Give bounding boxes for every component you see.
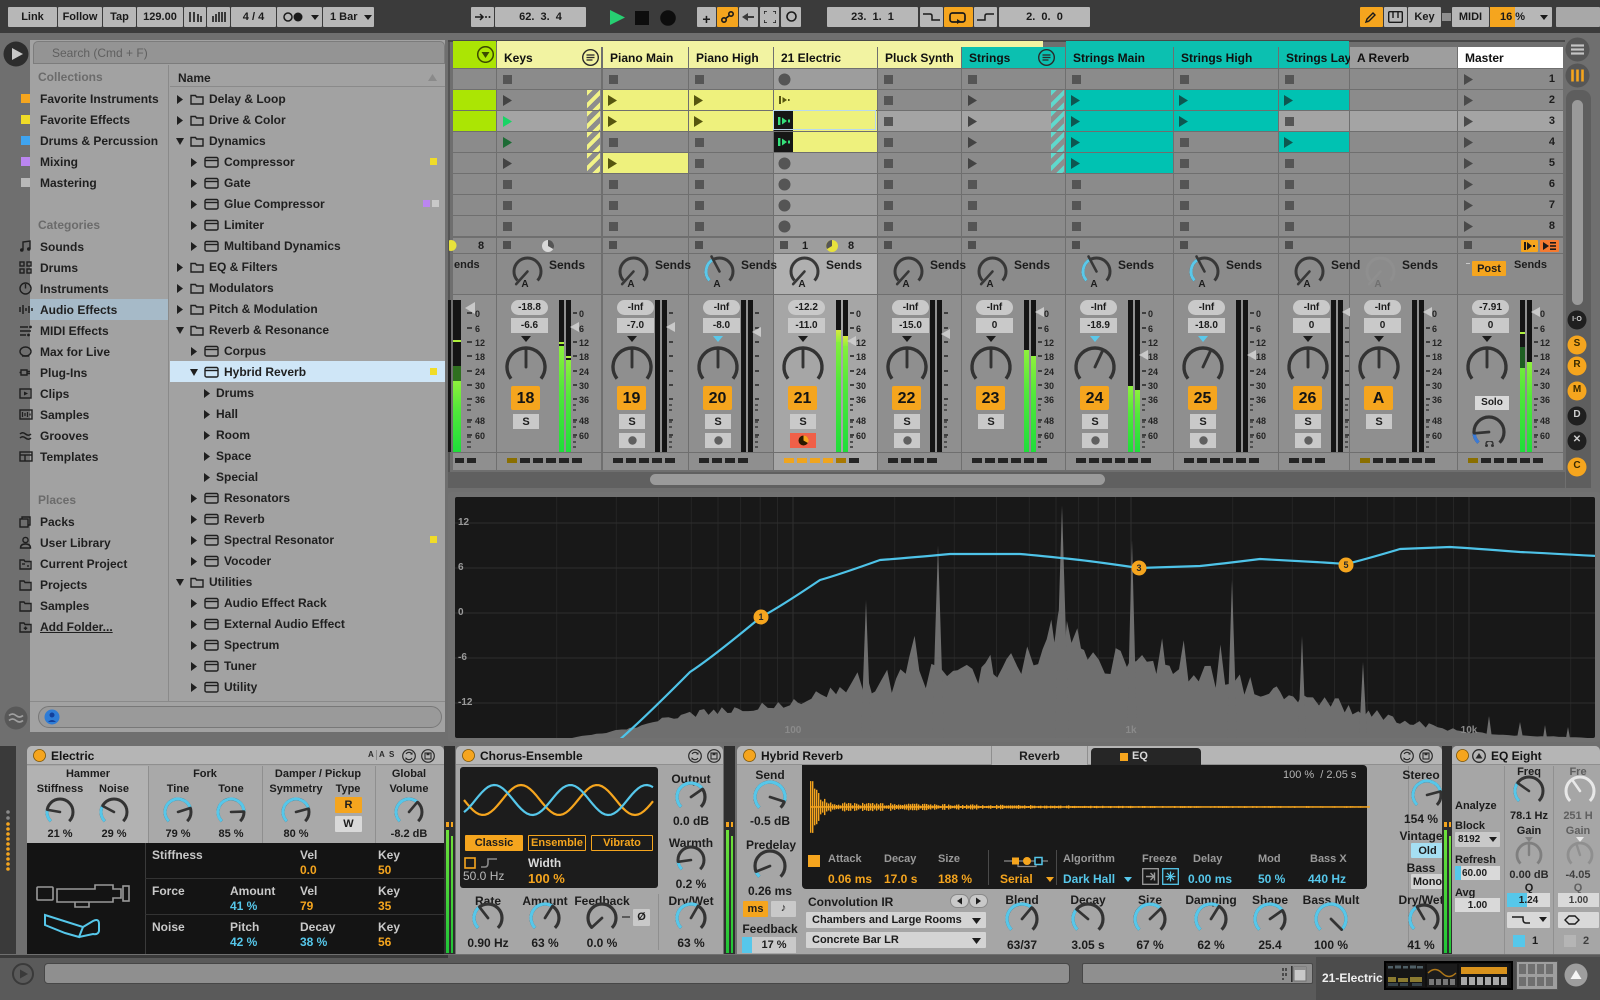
svg-text:1: 1 bbox=[758, 612, 763, 622]
svg-text:5: 5 bbox=[1343, 560, 1348, 570]
svg-text:3: 3 bbox=[1136, 563, 1141, 573]
